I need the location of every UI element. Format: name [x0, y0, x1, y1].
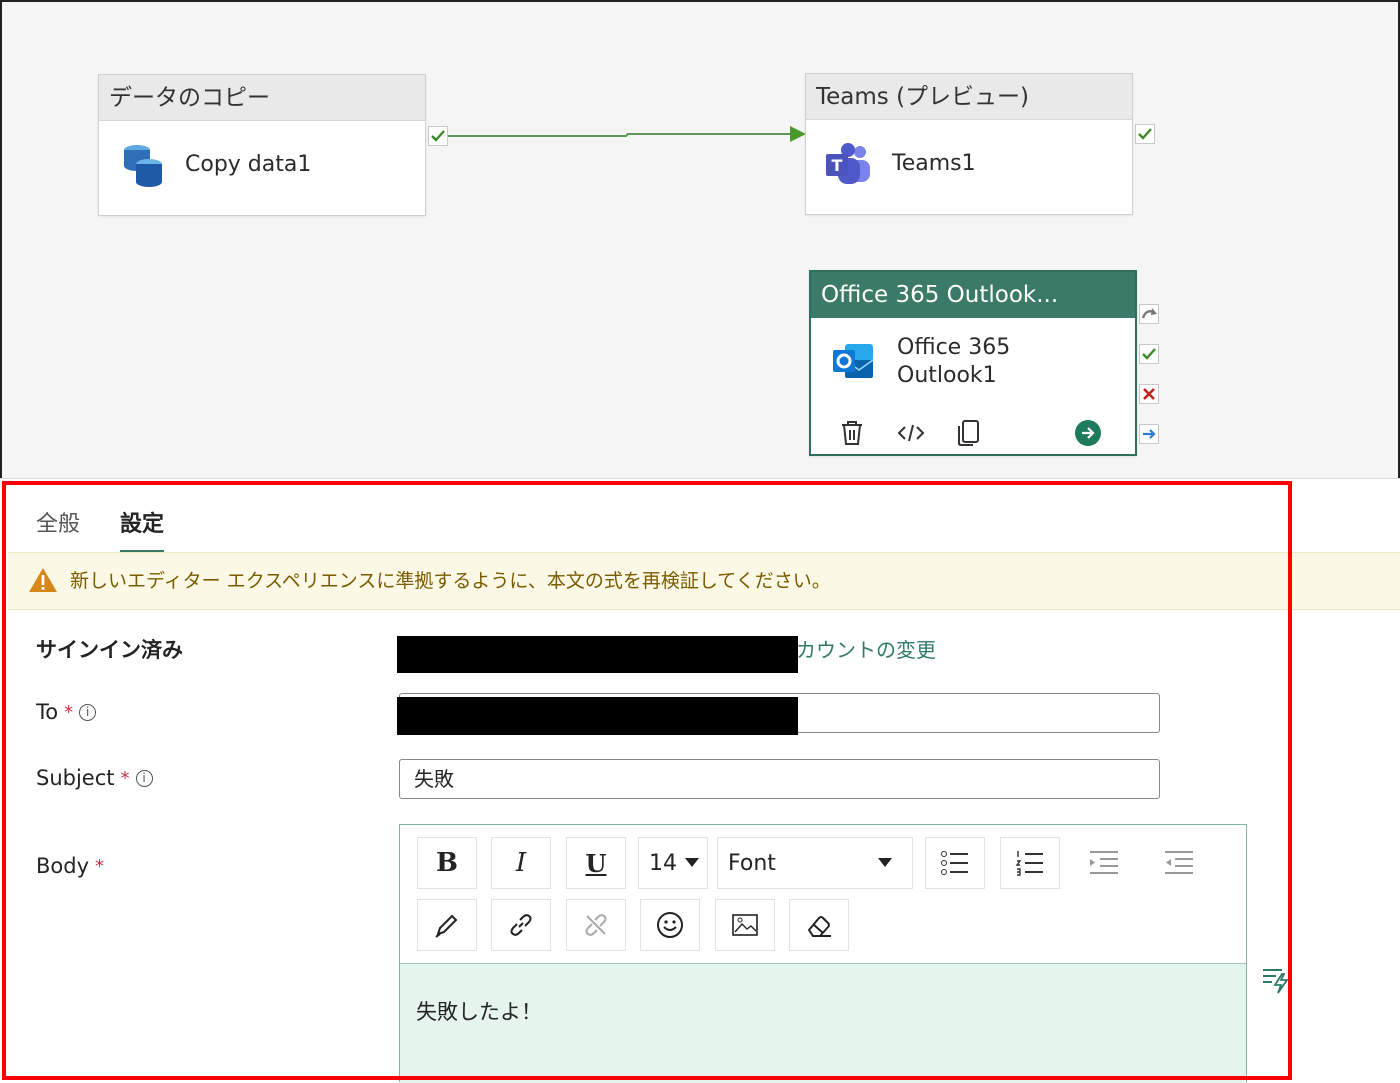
activity-name: Teams1: [892, 151, 976, 176]
outdent-icon: [1165, 851, 1193, 874]
success-port[interactable]: [1135, 124, 1155, 144]
copy-data-activity[interactable]: データのコピー Copy data1: [98, 74, 426, 216]
view-code-button[interactable]: [895, 418, 927, 448]
subject-label-text: Subject: [36, 766, 115, 790]
body-label-text: Body: [36, 854, 90, 878]
italic-icon: I: [515, 848, 527, 878]
check-icon: [1142, 348, 1156, 360]
fail-icon: [1143, 388, 1155, 400]
database-icon: [124, 145, 162, 187]
activity-name: Copy data1: [185, 152, 312, 177]
bold-button[interactable]: B: [417, 837, 477, 889]
delete-icon: [842, 421, 862, 445]
outdent-button[interactable]: [1149, 837, 1209, 889]
text-color-button[interactable]: [417, 899, 477, 951]
skip-icon: [1141, 308, 1157, 319]
caret-down-icon: [685, 858, 699, 867]
caret-down-icon: [878, 858, 892, 867]
underline-icon: U: [585, 848, 607, 878]
teams-icon: T: [826, 143, 870, 184]
success-connector: [448, 126, 806, 142]
numbered-list-icon: [1015, 851, 1043, 876]
bullets-icon: [941, 851, 968, 875]
copy-icon: [958, 420, 979, 446]
required-marker: *: [64, 701, 74, 723]
redacted-account: [397, 636, 798, 673]
activity-type-label: Office 365 Outlook...: [811, 272, 1135, 318]
outlook-icon: [833, 344, 874, 378]
tab-settings[interactable]: 設定: [120, 506, 165, 553]
unlink-icon: [585, 914, 607, 936]
complete-icon: [1143, 429, 1156, 439]
check-icon: [1138, 128, 1152, 140]
font-size-value: 14: [649, 850, 677, 876]
italic-button[interactable]: I: [491, 837, 551, 889]
completion-port[interactable]: [1139, 424, 1159, 444]
skip-port[interactable]: [1139, 304, 1159, 324]
failure-port[interactable]: [1139, 384, 1159, 404]
info-icon[interactable]: i: [79, 703, 97, 721]
eraser-icon: [807, 916, 831, 937]
font-value: Font: [728, 850, 776, 876]
info-icon[interactable]: i: [135, 769, 153, 787]
signed-in-label: サインイン済み: [36, 634, 183, 664]
to-label: To * i: [36, 700, 97, 724]
emoji-icon: [657, 912, 683, 938]
indent-button[interactable]: [1074, 837, 1134, 889]
subject-label: Subject * i: [36, 766, 153, 790]
pen-icon: [435, 914, 458, 938]
font-select[interactable]: Font: [717, 837, 913, 889]
activity-type-label: Teams (プレビュー): [806, 74, 1132, 120]
go-icon: [1075, 420, 1101, 446]
required-marker: *: [95, 855, 105, 877]
body-rich-text-editor[interactable]: B I U 14 Font 失敗したよ！: [399, 824, 1247, 1083]
indent-icon: [1090, 851, 1118, 874]
numbered-list-button[interactable]: [1000, 837, 1060, 889]
change-account-link[interactable]: カウントの変更: [796, 634, 936, 663]
remove-link-button[interactable]: [566, 899, 626, 951]
underline-button[interactable]: U: [566, 837, 626, 889]
signed-in-label-text: サインイン済み: [36, 638, 183, 662]
svg-text:T: T: [832, 156, 843, 175]
insert-image-button[interactable]: [715, 899, 775, 951]
activity-name-line1: Office 365: [897, 335, 1011, 360]
warning-icon: [29, 568, 57, 592]
copy-activity-button[interactable]: [953, 418, 983, 448]
tab-general[interactable]: 全般: [36, 506, 80, 553]
go-button[interactable]: [1073, 418, 1103, 448]
dynamic-content-icon: [1263, 969, 1289, 994]
activity-type-label: データのコピー: [99, 75, 425, 121]
bold-icon: B: [436, 848, 458, 878]
emoji-button[interactable]: [640, 899, 700, 951]
outlook-activity[interactable]: Office 365 Outlook... Office 365 Outlook…: [809, 270, 1137, 456]
image-icon: [732, 914, 758, 936]
pipeline-canvas[interactable]: データのコピー Copy data1 Teams (プレビュー) T Teams…: [0, 0, 1400, 478]
success-port[interactable]: [428, 126, 448, 146]
check-icon: [431, 130, 445, 142]
body-label: Body *: [36, 854, 104, 878]
dynamic-content-button[interactable]: [1258, 962, 1292, 996]
warning-banner: 新しいエディター エクスペリエンスに準拠するように、本文の式を再検証してください…: [8, 552, 1400, 610]
body-content[interactable]: 失敗したよ！: [400, 963, 1246, 1083]
redacted-recipient: [397, 697, 798, 735]
code-icon: [897, 424, 925, 442]
success-port[interactable]: [1139, 344, 1159, 364]
bulleted-list-button[interactable]: [925, 837, 985, 889]
required-marker: *: [120, 767, 130, 789]
delete-button[interactable]: [837, 418, 867, 448]
activity-name-line2: Outlook1: [897, 363, 997, 388]
clear-format-button[interactable]: [789, 899, 849, 951]
to-label-text: To: [36, 700, 59, 724]
insert-link-button[interactable]: [491, 899, 551, 951]
font-size-select[interactable]: 14: [638, 837, 708, 889]
subject-input[interactable]: 失敗: [399, 759, 1160, 799]
panel-tabs: 全般 設定: [36, 506, 165, 553]
warning-text: 新しいエディター エクスペリエンスに準拠するように、本文の式を再検証してください…: [70, 570, 831, 592]
link-icon: [510, 914, 532, 936]
teams-activity[interactable]: Teams (プレビュー) T Teams1: [805, 73, 1133, 215]
